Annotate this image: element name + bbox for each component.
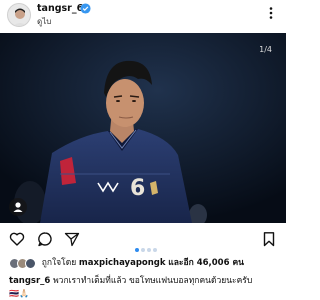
liked-by-username[interactable]: maxpichayapongk — [79, 258, 166, 268]
more-options-icon[interactable] — [264, 6, 278, 20]
action-bar — [0, 226, 286, 252]
carousel-indicator — [135, 237, 159, 256]
post-photo[interactable]: 6 1/4 — [0, 33, 286, 223]
user-icon — [13, 202, 23, 212]
carousel-dot — [135, 248, 139, 252]
share-icon[interactable] — [64, 231, 80, 247]
post-header: tangsr_6 ดูไบ — [0, 0, 286, 33]
tagged-users-button[interactable] — [9, 198, 27, 216]
verified-badge-icon — [80, 3, 91, 14]
carousel-dot — [153, 248, 157, 252]
post-location[interactable]: ดูไบ — [37, 16, 51, 27]
likes-prefix: ถูกใจโดย — [41, 258, 77, 268]
liker-avatar — [25, 257, 36, 269]
caption-username[interactable]: tangsr_6 — [9, 276, 50, 286]
post-username[interactable]: tangsr_6 — [37, 3, 83, 15]
post-caption: tangsr_6 พวกเราทำเต็มที่แล้ว ขอโทษแฟนบอล… — [9, 276, 283, 287]
carousel-dot — [147, 248, 151, 252]
jersey-number: 6 — [130, 176, 146, 201]
likes-count[interactable]: และอีก 46,006 คน — [168, 258, 244, 268]
save-bookmark-icon[interactable] — [261, 231, 277, 247]
carousel-dot — [141, 248, 145, 252]
comment-icon[interactable] — [37, 231, 53, 247]
carousel-counter: 1/4 — [259, 45, 272, 54]
profile-avatar[interactable] — [7, 3, 31, 27]
caption-text: พวกเราทำเต็มที่แล้ว ขอโทษแฟนบอลทุกคนด้วย… — [53, 276, 253, 286]
likes-line[interactable]: ถูกใจโดย maxpichayapongk และอีก 46,006 ค… — [9, 256, 244, 270]
caption-emoji: 🇹🇭🙏🏻 — [9, 289, 29, 298]
like-heart-icon[interactable] — [9, 231, 25, 247]
